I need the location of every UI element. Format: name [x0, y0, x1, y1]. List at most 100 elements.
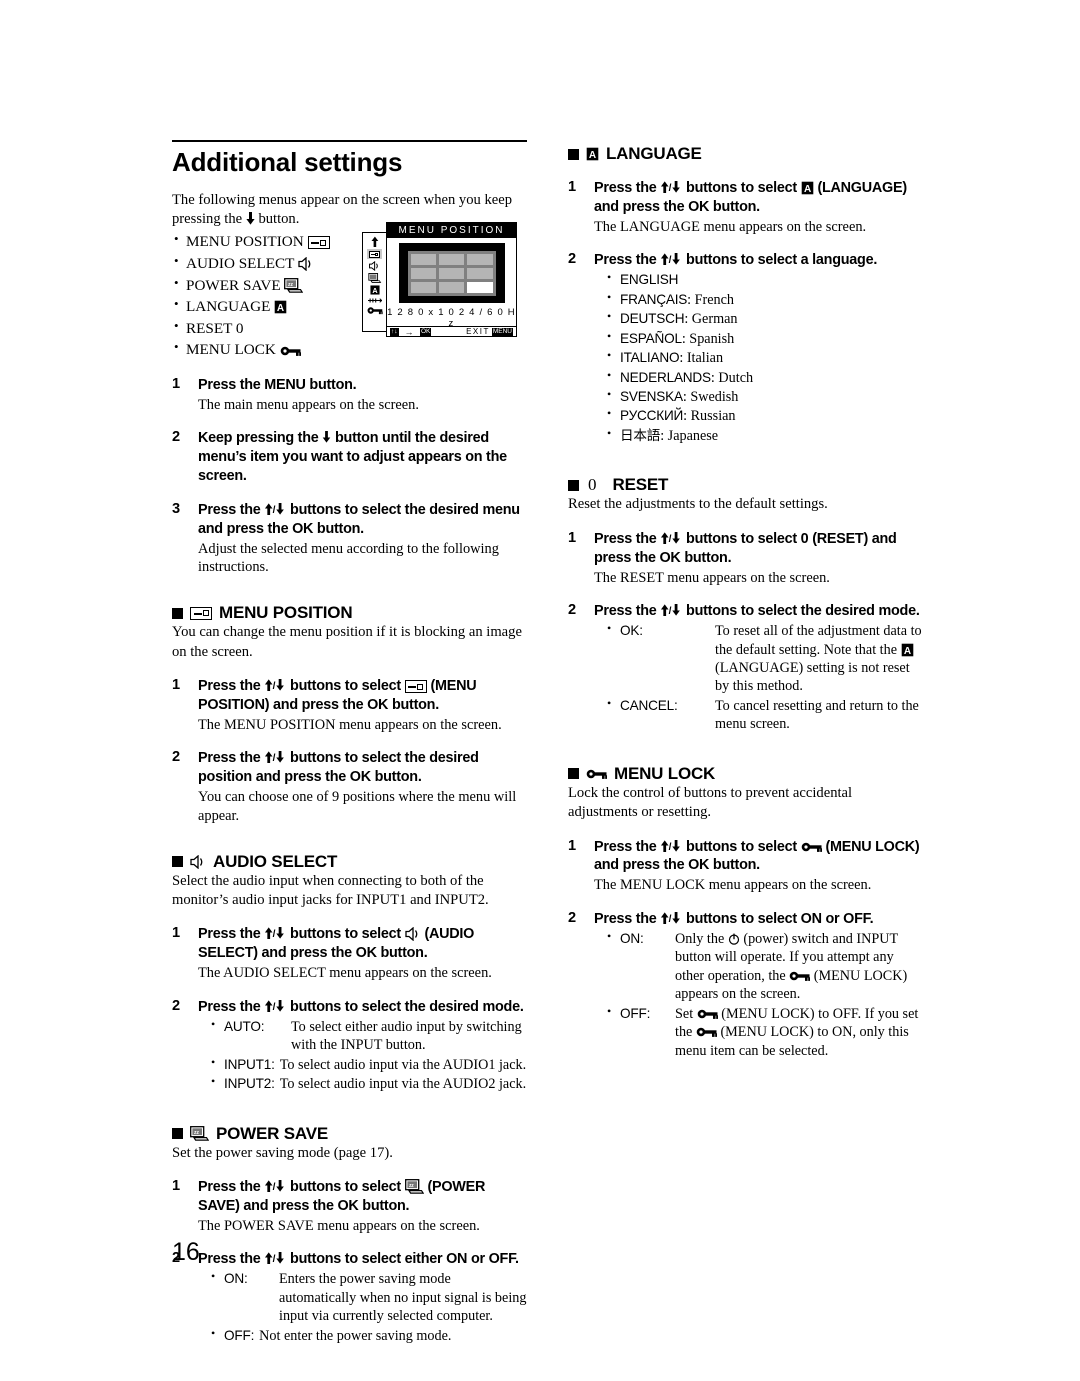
step-lead: Press the / buttons to select ON or OFF.	[594, 910, 923, 929]
step-lead: Keep pressing the button until the desir…	[198, 429, 527, 486]
step-lead: Press the / buttons to select (AUDIO SEL…	[198, 925, 527, 963]
key-icon	[697, 1009, 718, 1019]
svg-text:zz: zz	[288, 281, 294, 287]
bullet-square-icon	[172, 856, 183, 868]
section-title: MENU POSITION	[219, 603, 353, 623]
language-name: ITALIANO	[620, 350, 680, 366]
section-intro: Reset the adjustments to the default set…	[568, 496, 828, 513]
option-key: CANCEL:	[620, 697, 678, 713]
step-number: 1	[568, 837, 577, 854]
step-lead-part2: buttons to select a language.	[686, 252, 878, 269]
osd-grid-cell[interactable]	[467, 267, 493, 279]
arrow-up-down-icon: /	[661, 181, 681, 193]
osd-menu-chip[interactable]: MENU	[491, 327, 513, 336]
osd-grid-cell[interactable]	[467, 253, 493, 265]
language-name: 日本語	[620, 427, 661, 443]
right-column: A LANGUAGE 1 Press the / buttons to sele…	[568, 140, 923, 1060]
osd-grid-cell[interactable]	[410, 253, 436, 265]
audio-select-options: AUTO: To select either audio input by sw…	[198, 1017, 527, 1094]
svg-text:/: /	[273, 754, 276, 764]
osd-grid-cell[interactable]	[438, 267, 465, 279]
step-lead-part1: Press the	[594, 911, 657, 928]
osd-sidebar: A	[362, 232, 387, 332]
svg-text:/: /	[669, 534, 672, 544]
language-icon: A	[274, 300, 287, 314]
step-number: 2	[172, 749, 181, 766]
language-name: ESPAÑOL	[620, 330, 682, 346]
step-lead-part2: buttons to select	[686, 180, 797, 196]
key-icon[interactable]	[367, 306, 383, 315]
svg-text:zz: zz	[194, 1130, 200, 1136]
osd-grid-cell[interactable]	[438, 253, 465, 265]
power-save-icon: zz	[190, 1126, 209, 1141]
svg-text:/: /	[273, 1182, 276, 1192]
menu-position-icon	[404, 680, 427, 693]
section-intro: Select the audio input when connecting t…	[172, 872, 489, 908]
step-1: 1 Press the MENU button. The main menu a…	[172, 376, 527, 415]
osd-grid-cell-selected[interactable]	[467, 281, 493, 293]
arrow-up-down-icon: /	[661, 531, 681, 544]
language-step-1: 1 Press the / buttons to select A (LANGU…	[568, 179, 923, 236]
osd-updown-chip[interactable]: ↑↓	[390, 327, 399, 336]
svg-text:/: /	[669, 183, 672, 193]
osd-grid-cell[interactable]	[438, 281, 465, 293]
step-sub: The RESET menu appears on the screen.	[594, 569, 830, 586]
osd-position-grid[interactable]	[407, 250, 496, 296]
step-lead-part1: Press the	[198, 1178, 261, 1195]
osd-ok-chip[interactable]: OK	[420, 327, 432, 336]
list-item: ON: Enters the power saving mode automat…	[210, 1269, 527, 1325]
step-lead-part1: Press the	[594, 180, 657, 196]
document-page: Additional settings The following menus …	[0, 0, 1080, 1381]
list-item: SVENSKA: Swedish	[606, 387, 923, 406]
key-icon	[801, 842, 822, 852]
option-value: Only the (power) switch and INPUT button…	[670, 930, 923, 1004]
list-item: ON: Only the (power) switch and INPUT bu…	[606, 929, 923, 1004]
bullet-square-icon	[568, 148, 579, 160]
step-lead-part1: Press the	[198, 750, 261, 767]
osd-grid-cell[interactable]	[410, 281, 436, 293]
step-3: 3 Press the / buttons to select the desi…	[172, 501, 527, 577]
menu-position-icon	[190, 606, 212, 620]
arrow-up-down-icon: /	[265, 751, 285, 764]
option-key: INPUT2:	[224, 1076, 275, 1092]
option-value-part1: Only the	[675, 930, 725, 947]
language-icon[interactable]: A	[369, 285, 380, 295]
speaker-icon	[405, 927, 418, 942]
power-save-icon[interactable]	[367, 273, 382, 283]
arrow-down-icon	[246, 212, 255, 225]
step-sub: The POWER SAVE menu appears on the scree…	[198, 1217, 480, 1234]
power-save-icon: zz	[284, 277, 304, 293]
list-item: NEDERLANDS: Dutch	[606, 368, 923, 387]
option-value: Not enter the power saving mode.	[259, 1327, 452, 1344]
svg-text:A: A	[804, 184, 811, 195]
reset-icon[interactable]	[367, 297, 382, 304]
osd-grid-cell[interactable]	[410, 267, 436, 279]
power-save-step-1: 1 Press the / buttons to select zz (POWE…	[172, 1178, 527, 1235]
step-sub: The main menu appears on the screen.	[198, 396, 419, 413]
step-lead-part2: buttons to select	[290, 926, 401, 943]
step-lead-part2: buttons to select the desired mode.	[290, 998, 524, 1015]
feature-label: MENU LOCK	[186, 341, 276, 359]
reset-options: OK: To reset all of the adjustment data …	[594, 621, 923, 734]
option-key: ON:	[224, 1271, 248, 1287]
bullet-square-icon	[172, 1128, 183, 1140]
svg-text:A: A	[589, 150, 596, 161]
step-sub: The MENU LOCK menu appears on the screen…	[594, 877, 872, 894]
audio-select-step-2: 2 Press the / buttons to select the desi…	[172, 998, 527, 1094]
feature-label: POWER SAVE	[186, 276, 281, 294]
svg-text:A: A	[277, 303, 284, 314]
list-item: ENGLISH	[606, 270, 923, 289]
option-value: Set (MENU LOCK) to OFF. If you set the (…	[670, 1005, 923, 1060]
arrow-up-down-icon: /	[265, 679, 285, 691]
osd-sidebar-item-menu-position[interactable]	[367, 249, 382, 259]
arrow-up-down-icon: /	[661, 604, 681, 617]
speaker-icon[interactable]	[368, 261, 382, 271]
step-number: 2	[172, 997, 181, 1014]
language-options: ENGLISH FRANÇAIS: French DEUTSCH: German…	[594, 270, 923, 445]
language-name: РУССКИЙ	[620, 408, 684, 424]
section-intro: Lock the control of buttons to prevent a…	[568, 784, 853, 821]
option-value: To cancel resetting and return to the me…	[715, 697, 919, 733]
language-gloss: : Dutch	[710, 369, 754, 386]
section-intro: Set the power saving mode (page 17).	[172, 1144, 393, 1161]
step-lead-part1: Press the	[198, 926, 261, 943]
